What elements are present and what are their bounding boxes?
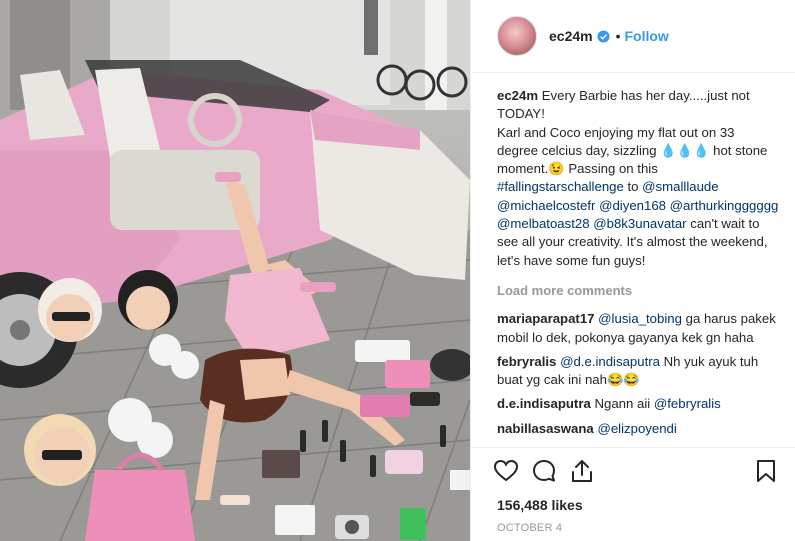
post-header: ec24m • Follow <box>471 0 795 73</box>
comment-mention[interactable]: @elizpoyendi <box>597 421 676 436</box>
post-date[interactable]: OCTOBER 4 <box>471 517 795 541</box>
post-photo[interactable] <box>0 0 470 541</box>
post-sidebar: ec24m • Follow ec24m Every Barbie has he… <box>470 0 795 541</box>
comment-item: febryralis @d.e.indisaputra Nh yuk ayuk … <box>497 353 779 390</box>
comment-username[interactable]: d.e.indisaputra <box>497 396 591 411</box>
share-icon[interactable] <box>569 458 595 484</box>
caption-mention-4[interactable]: @arthurkingggggg <box>670 198 779 213</box>
verified-badge-icon <box>597 29 610 43</box>
separator-dot: • <box>615 28 621 44</box>
instagram-post: ec24m • Follow ec24m Every Barbie has he… <box>0 0 795 541</box>
caption-mention-3[interactable]: @diyen168 <box>599 198 666 213</box>
likes-count[interactable]: 156,488 likes <box>471 493 795 517</box>
username-link[interactable]: ec24m <box>549 28 593 44</box>
follow-button[interactable]: Follow <box>625 28 669 44</box>
caption-text-2: Karl and Coco enjoying my flat out on 33… <box>497 124 768 177</box>
heart-icon[interactable] <box>493 458 519 484</box>
comment-mention[interactable]: @lusia_tobing <box>598 311 682 326</box>
action-bar <box>471 447 795 493</box>
caption-username[interactable]: ec24m <box>497 88 538 103</box>
caption-to: to <box>627 179 639 195</box>
caption-mention-1[interactable]: @smalllaude <box>642 179 718 194</box>
comments-section[interactable]: ec24m Every Barbie has her day.....just … <box>471 73 795 447</box>
load-more-comments-button[interactable]: Load more comments <box>497 282 779 300</box>
caption-mention-6[interactable]: @b8k3unavatar <box>593 216 686 231</box>
comment-mention[interactable]: @d.e.indisaputra <box>560 354 660 369</box>
caption: ec24m Every Barbie has her day.....just … <box>497 87 779 270</box>
caption-mention-2[interactable]: @michaelcostefr <box>497 198 595 213</box>
caption-mention-5[interactable]: @melbatoast28 <box>497 216 590 231</box>
comment-username[interactable]: mariaparapat17 <box>497 311 595 326</box>
comment-icon[interactable] <box>531 458 557 484</box>
comment-mention[interactable]: @febryralis <box>654 396 721 411</box>
caption-hashtag[interactable]: #fallingstarschallenge <box>497 179 624 194</box>
comment-username[interactable]: nabillasaswana <box>497 421 594 436</box>
comment-username[interactable]: febryralis <box>497 354 556 369</box>
comment-text: Ngann aii <box>594 396 651 412</box>
comment-item: mariaparapat17 @lusia_tobing ga harus pa… <box>497 310 779 347</box>
photo-illustration <box>0 0 470 541</box>
comment-item: d.e.indisaputra Ngann aii @febryralis <box>497 395 779 413</box>
comment-item: nabillasaswana @elizpoyendi <box>497 420 779 438</box>
avatar[interactable] <box>497 16 537 56</box>
bookmark-icon[interactable] <box>753 458 779 484</box>
